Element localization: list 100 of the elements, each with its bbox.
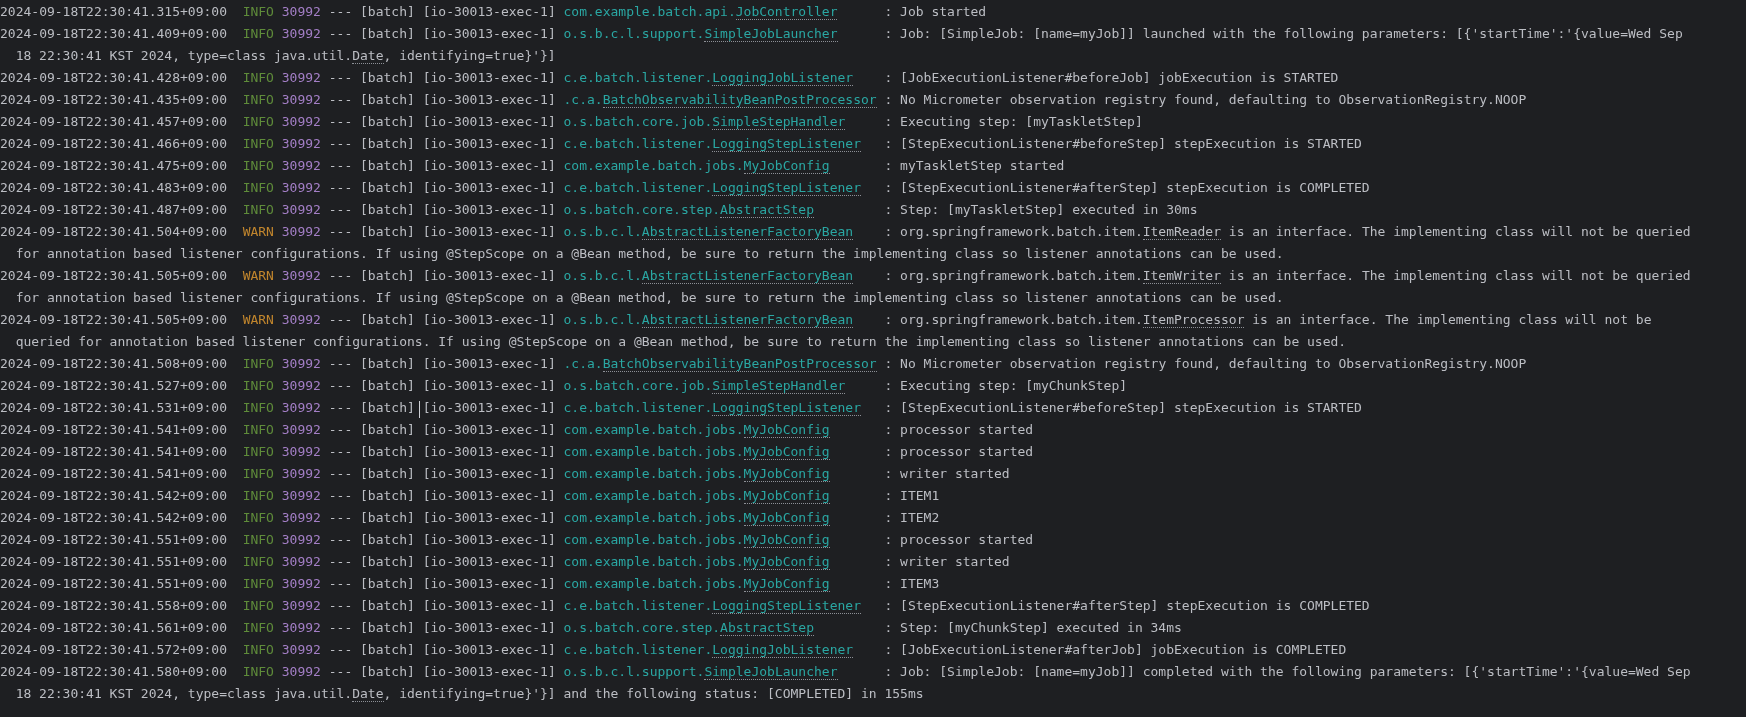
class-link[interactable]: Date xyxy=(352,686,384,702)
class-link[interactable]: AbstractListenerFactoryBean xyxy=(641,224,854,240)
thread-name: [io-30013-exec-1] xyxy=(422,224,556,239)
log-separator: --- xyxy=(328,554,353,569)
log-level: WARN xyxy=(241,311,274,329)
app-name: [batch] xyxy=(360,92,415,107)
log-message: : ITEM2 xyxy=(884,510,940,525)
process-id: 30992 xyxy=(281,576,321,591)
log-separator: --- xyxy=(328,356,353,371)
class-link[interactable]: MyJobConfig xyxy=(743,510,830,526)
log-level: INFO xyxy=(241,531,274,549)
class-link[interactable]: LoggingJobListener xyxy=(712,642,854,658)
logger-name: c.e.batch.listener.LoggingStepListener xyxy=(563,179,862,198)
class-link[interactable]: MyJobConfig xyxy=(743,422,830,438)
thread-name: [io-30013-exec-1] xyxy=(422,158,556,173)
log-separator: --- xyxy=(328,532,353,547)
log-timestamp: 2024-09-18T22:30:41.572+09:00 xyxy=(0,642,227,657)
log-timestamp: 2024-09-18T22:30:41.466+09:00 xyxy=(0,136,227,151)
log-message: : No Micrometer observation registry found, defaulting to ObservationRegistry.NOOP xyxy=(884,92,1527,107)
app-name: [batch] xyxy=(360,620,415,635)
class-link[interactable]: LoggingStepListener xyxy=(712,400,861,416)
app-name: [batch] xyxy=(360,598,415,613)
thread-name: [io-30013-exec-1] xyxy=(422,642,556,657)
class-link[interactable]: MyJobConfig xyxy=(743,488,830,504)
app-name: [batch] xyxy=(360,268,415,283)
log-level: INFO xyxy=(241,377,274,395)
log-timestamp: 2024-09-18T22:30:41.558+09:00 xyxy=(0,598,227,613)
class-link[interactable]: AbstractListenerFactoryBean xyxy=(641,268,854,284)
class-link[interactable]: AbstractStep xyxy=(720,202,814,218)
thread-name: [io-30013-exec-1] xyxy=(422,92,556,107)
log-separator: --- xyxy=(328,576,353,591)
process-id: 30992 xyxy=(281,158,321,173)
class-link[interactable]: JobController xyxy=(735,4,838,20)
thread-name: [io-30013-exec-1] xyxy=(422,466,556,481)
logger-name: com.example.batch.jobs.MyJobConfig xyxy=(563,509,831,528)
class-link[interactable]: SimpleJobLauncher xyxy=(704,664,838,680)
log-separator: --- xyxy=(328,202,353,217)
log-timestamp: 2024-09-18T22:30:41.527+09:00 xyxy=(0,378,227,393)
log-message: : processor started xyxy=(884,444,1034,459)
class-link[interactable]: SimpleJobLauncher xyxy=(704,26,838,42)
class-link[interactable]: MyJobConfig xyxy=(743,158,830,174)
class-link[interactable]: LoggingStepListener xyxy=(712,598,861,614)
thread-name: [io-30013-exec-1] xyxy=(422,136,556,151)
log-message: : org.springframework.batch.item.ItemReader is an interface. The implementing class will not be queried xyxy=(884,224,1691,240)
class-link[interactable]: LoggingStepListener xyxy=(712,180,861,196)
log-level: INFO xyxy=(241,69,274,87)
log-timestamp: 2024-09-18T22:30:41.551+09:00 xyxy=(0,532,227,547)
class-link[interactable]: ItemReader xyxy=(1142,224,1221,240)
class-link[interactable]: AbstractStep xyxy=(720,620,814,636)
log-message: : [JobExecutionListener#afterJob] jobExecution is COMPLETED xyxy=(884,642,1347,657)
process-id: 30992 xyxy=(281,422,321,437)
app-name: [batch] xyxy=(360,114,415,129)
app-name: [batch] xyxy=(360,554,415,569)
logger-name: o.s.batch.core.step.AbstractStep xyxy=(563,619,816,638)
logger-name: o.s.b.c.l.AbstractListenerFactoryBean xyxy=(563,223,855,242)
log-level: INFO xyxy=(241,3,274,21)
log-separator: --- xyxy=(328,488,353,503)
class-link[interactable]: MyJobConfig xyxy=(743,576,830,592)
log-message: : writer started xyxy=(884,554,1010,569)
class-link[interactable]: BatchObservabilityBeanPostProcessor xyxy=(602,356,877,372)
log-separator: --- xyxy=(328,136,353,151)
class-link[interactable]: MyJobConfig xyxy=(743,554,830,570)
class-link[interactable]: AbstractListenerFactoryBean xyxy=(641,312,854,328)
process-id: 30992 xyxy=(281,510,321,525)
class-link[interactable]: Date xyxy=(352,48,384,64)
process-id: 30992 xyxy=(281,466,321,481)
process-id: 30992 xyxy=(281,400,321,415)
log-timestamp: 2024-09-18T22:30:41.505+09:00 xyxy=(0,312,227,327)
log-message: : Job started xyxy=(884,4,987,19)
log-message-continuation: 18 22:30:41 KST 2024, type=class java.util.Date, identifying=true}'}] and the following status: [COMPLETED] in 155ms xyxy=(15,686,924,702)
log-level: INFO xyxy=(241,465,274,483)
class-link[interactable]: LoggingStepListener xyxy=(712,136,861,152)
thread-name: [io-30013-exec-1] xyxy=(422,202,556,217)
thread-name: [io-30013-exec-1] xyxy=(422,356,556,371)
process-id: 30992 xyxy=(281,26,321,41)
app-name: [batch] xyxy=(360,444,415,459)
app-name: [batch] xyxy=(360,136,415,151)
app-name: [batch] xyxy=(360,4,415,19)
log-separator: --- xyxy=(328,158,353,173)
log-separator: --- xyxy=(328,620,353,635)
class-link[interactable]: BatchObservabilityBeanPostProcessor xyxy=(602,92,877,108)
log-separator: --- xyxy=(328,70,353,85)
log-level: INFO xyxy=(241,619,274,637)
thread-name: [io-30013-exec-1] xyxy=(422,576,556,591)
log-separator: --- xyxy=(328,466,353,481)
class-link[interactable]: MyJobConfig xyxy=(743,532,830,548)
class-link[interactable]: MyJobConfig xyxy=(743,466,830,482)
logger-name: .c.a.BatchObservabilityBeanPostProcessor xyxy=(563,355,877,374)
class-link[interactable]: ItemProcessor xyxy=(1142,312,1245,328)
class-link[interactable]: ItemWriter xyxy=(1142,268,1221,284)
log-level: INFO xyxy=(241,25,274,43)
class-link[interactable]: SimpleStepHandler xyxy=(712,378,846,394)
process-id: 30992 xyxy=(281,444,321,459)
thread-name: [io-30013-exec-1] xyxy=(422,4,556,19)
class-link[interactable]: MyJobConfig xyxy=(743,444,830,460)
log-message-continuation: queried for annotation based listener configurations. If using @StepScope on a @Bean method, be sure to return the implementing class so listener annotations can be used. xyxy=(15,334,1347,349)
class-link[interactable]: SimpleStepHandler xyxy=(712,114,846,130)
thread-name: [io-30013-exec-1] xyxy=(422,598,556,613)
thread-name: [io-30013-exec-1] xyxy=(422,664,556,679)
class-link[interactable]: LoggingJobListener xyxy=(712,70,854,86)
